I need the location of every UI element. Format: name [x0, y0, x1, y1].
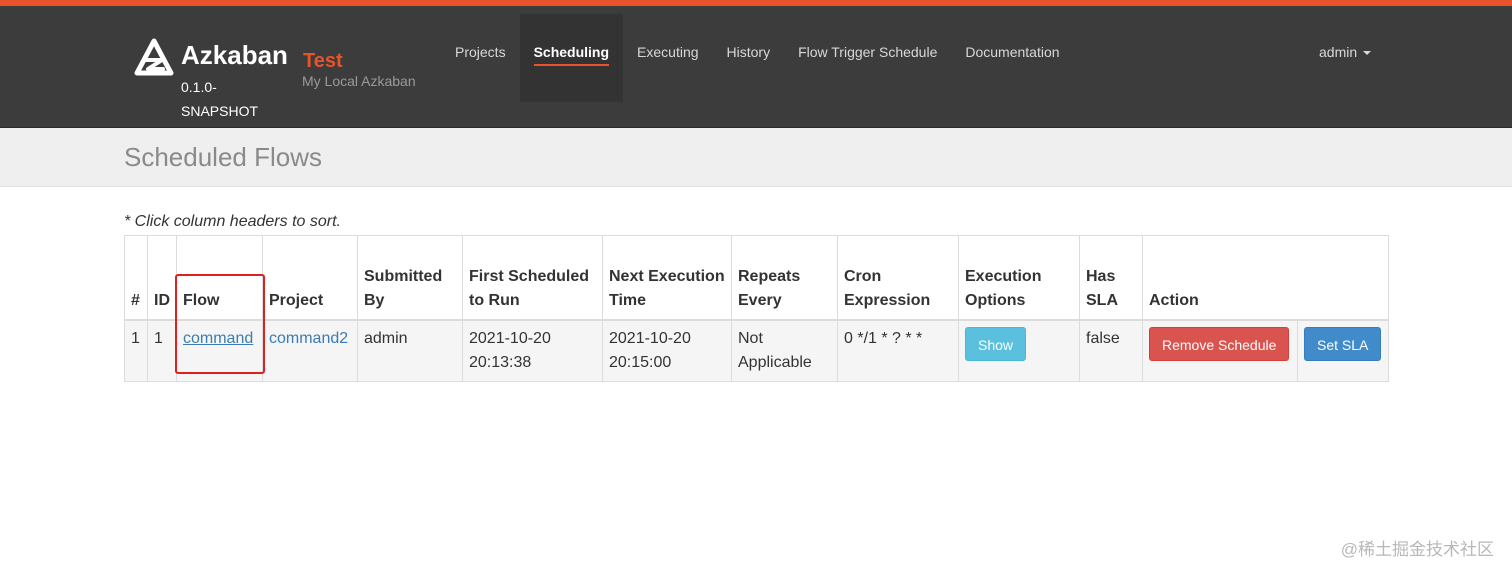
- brand-name: Azkaban: [181, 40, 288, 70]
- nav-projects-label: Projects: [455, 44, 506, 60]
- column-header-first-scheduled[interactable]: First Scheduled to Run: [462, 235, 603, 321]
- nav-history[interactable]: History: [713, 14, 785, 102]
- nav-scheduling[interactable]: Scheduling: [519, 14, 624, 102]
- azkaban-logo-icon: [134, 38, 174, 76]
- show-execution-options-button[interactable]: Show: [965, 326, 1027, 361]
- cell-cron: 0 */1 * ? * *: [837, 319, 959, 382]
- nav-documentation[interactable]: Documentation: [951, 14, 1073, 102]
- sort-hint: * Click column headers to sort.: [124, 213, 341, 230]
- column-header-flow[interactable]: Flow: [176, 235, 263, 321]
- table-row: 1 1 command command2 admin 2021-10-20 20…: [124, 319, 1389, 382]
- set-sla-button[interactable]: Set SLA: [1304, 326, 1382, 361]
- nav-scheduling-label: Scheduling: [533, 44, 610, 66]
- watermark: @稀土掘金技术社区: [1340, 540, 1494, 559]
- nav-history-label: History: [726, 44, 771, 60]
- column-header-action[interactable]: Action: [1142, 235, 1389, 321]
- nav-executing[interactable]: Executing: [623, 14, 712, 102]
- column-header-execution-options[interactable]: Execution Options: [958, 235, 1080, 321]
- cell-id: 1: [147, 319, 177, 382]
- page-title: Scheduled Flows: [124, 142, 322, 172]
- cell-project: command2: [262, 319, 358, 382]
- column-header-num[interactable]: #: [124, 235, 148, 321]
- environment-description: My Local Azkaban: [302, 73, 416, 89]
- cell-has-sla: false: [1079, 319, 1143, 382]
- table-header-row: # ID Flow Project Submitted By First Sch…: [124, 235, 1389, 321]
- chevron-down-icon: [1363, 51, 1372, 56]
- cell-submitted-by: admin: [357, 319, 463, 382]
- column-header-project[interactable]: Project: [262, 235, 358, 321]
- flow-link[interactable]: command: [183, 330, 253, 347]
- environment-name: Test: [303, 50, 343, 72]
- cell-next-execution: 2021-10-20 20:15:00: [602, 319, 732, 382]
- nav-executing-label: Executing: [637, 44, 699, 60]
- cell-first-scheduled: 2021-10-20 20:13:38: [462, 319, 603, 382]
- cell-remove: Remove Schedule: [1142, 319, 1298, 382]
- cell-sla: Set SLA: [1297, 319, 1389, 382]
- cell-flow: command: [176, 319, 263, 382]
- brand-version: 0.1.0-SNAPSHOT: [181, 79, 259, 119]
- nav-projects[interactable]: Projects: [441, 14, 520, 102]
- cell-execution-options: Show: [958, 319, 1080, 382]
- project-link[interactable]: command2: [269, 330, 348, 347]
- page-header: Scheduled Flows: [0, 128, 1512, 187]
- top-navbar: Azkaban 0.1.0-SNAPSHOT Test My Local Azk…: [0, 0, 1512, 128]
- remove-schedule-button[interactable]: Remove Schedule: [1149, 326, 1290, 361]
- scheduled-flows-table: # ID Flow Project Submitted By First Sch…: [124, 235, 1389, 382]
- nav-flow-trigger-schedule-label: Flow Trigger Schedule: [798, 44, 938, 60]
- cell-repeats-every: Not Applicable: [731, 319, 838, 382]
- nav-flow-trigger-schedule[interactable]: Flow Trigger Schedule: [784, 14, 951, 102]
- column-header-next-execution[interactable]: Next Execution Time: [602, 235, 732, 321]
- main-nav: Projects Scheduling Executing History Fl…: [441, 14, 1074, 102]
- column-header-id[interactable]: ID: [147, 235, 177, 321]
- nav-documentation-label: Documentation: [965, 44, 1060, 60]
- column-header-submitted-by[interactable]: Submitted By: [357, 235, 463, 321]
- cell-num: 1: [124, 319, 148, 382]
- column-header-cron[interactable]: Cron Expression: [837, 235, 959, 321]
- column-header-has-sla[interactable]: Has SLA: [1079, 235, 1143, 321]
- user-menu[interactable]: admin: [1319, 44, 1372, 60]
- user-name: admin: [1319, 44, 1358, 60]
- column-header-repeats-every[interactable]: Repeats Every: [731, 235, 838, 321]
